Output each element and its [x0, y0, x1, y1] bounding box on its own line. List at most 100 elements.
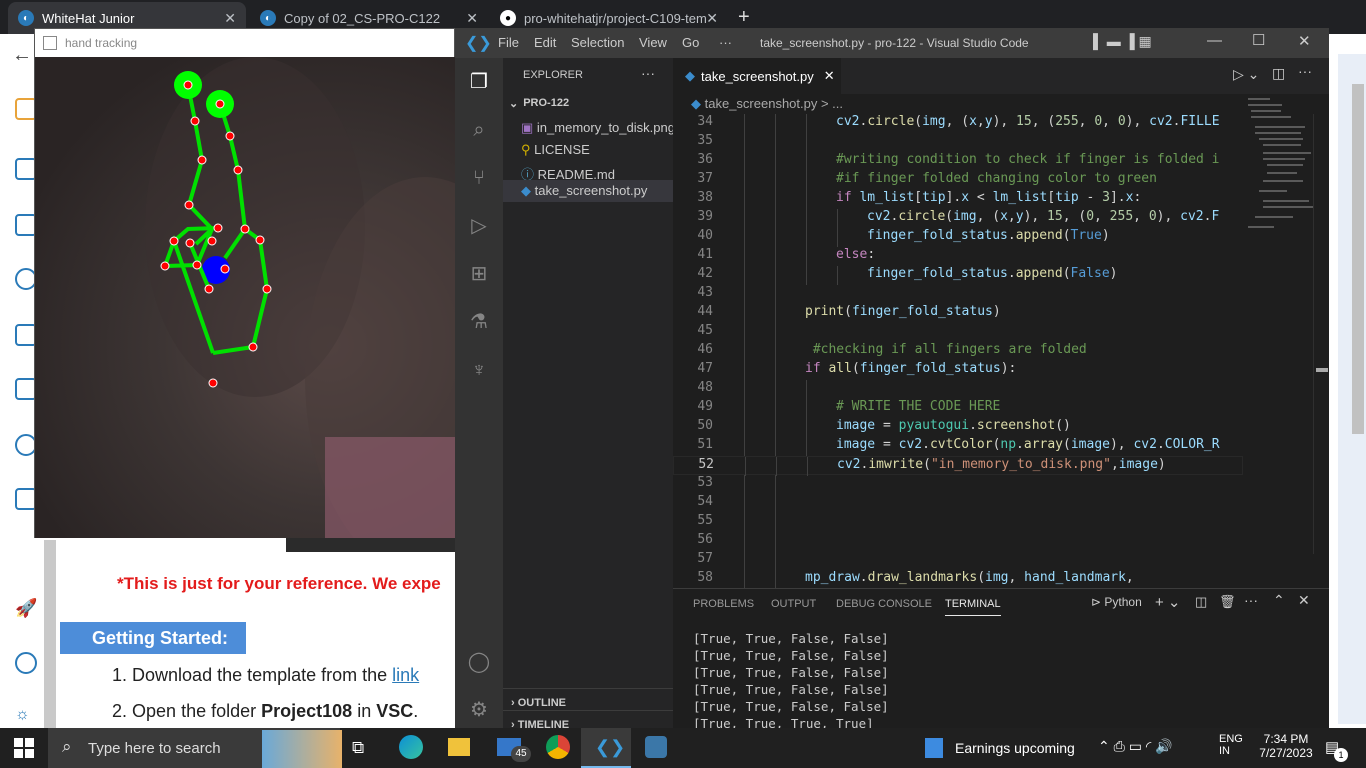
indent-guide: [744, 532, 745, 551]
hand-tracking-window[interactable]: hand tracking: [34, 28, 545, 577]
code-line[interactable]: 50 image = pyautogui.screenshot(): [673, 418, 1243, 437]
layout-toggle-icons[interactable]: ▌ ▬ ▐ ▦: [1093, 33, 1152, 50]
system-tray-icons[interactable]: ⌃ ⎙ ▭ ◜ 🔊: [1098, 738, 1173, 755]
close-tab-icon[interactable]: ✕: [466, 10, 478, 27]
step-number: 2.: [112, 701, 128, 721]
menu-edit[interactable]: Edit: [534, 35, 556, 50]
split-terminal-icon[interactable]: ◫: [1195, 594, 1207, 610]
maximize-panel-icon[interactable]: ⌃: [1273, 592, 1285, 609]
code-line[interactable]: 49 # WRITE THE CODE HERE: [673, 399, 1243, 418]
code-line[interactable]: 38 if lm_list[tip].x < lm_list[tip - 3].x…: [673, 190, 1243, 209]
vscode-taskbar-button[interactable]: ❮❯: [581, 728, 631, 768]
code-line[interactable]: 48: [673, 380, 1243, 399]
code-line[interactable]: 51 image = cv2.cvtColor(np.array(image), …: [673, 437, 1243, 456]
rocket-icon[interactable]: 🚀: [15, 598, 37, 620]
menu-selection[interactable]: Selection: [571, 35, 624, 50]
trash-icon[interactable]: 🗑: [1219, 594, 1236, 610]
code-line[interactable]: 45: [673, 323, 1243, 342]
sun-icon[interactable]: ☼: [15, 706, 37, 723]
edge-icon[interactable]: [399, 735, 423, 759]
account-icon[interactable]: ◯: [467, 650, 491, 674]
maximize-button[interactable]: ☐: [1252, 31, 1265, 49]
menu-file[interactable]: File: [498, 35, 519, 50]
explorer-icon[interactable]: ❐: [467, 70, 491, 94]
step-text: in: [352, 701, 377, 721]
panel-tab-output[interactable]: OUTPUT: [771, 598, 816, 610]
terminal-shell-selector[interactable]: ⊳ Python: [1091, 595, 1142, 609]
code-line[interactable]: 42 finger_fold_status.append(False): [673, 266, 1243, 285]
close-tab-icon[interactable]: ✕: [224, 10, 236, 27]
clock[interactable]: 7:34 PM 7/27/2023: [1256, 732, 1316, 760]
file-item-selected[interactable]: ◆ take_screenshot.py: [503, 180, 673, 202]
python-app-icon[interactable]: [645, 736, 667, 758]
split-editor-icon[interactable]: ◫: [1272, 65, 1285, 82]
panel-tab-terminal[interactable]: TERMINAL: [945, 598, 1001, 616]
stock-icon[interactable]: [925, 738, 943, 758]
weather-widget[interactable]: Earnings upcoming: [955, 740, 1075, 756]
vscode-resize-handle[interactable]: [1316, 368, 1328, 372]
code-line[interactable]: 44 print(finger_fold_status): [673, 304, 1243, 323]
extensions-icon[interactable]: ⊞: [467, 262, 491, 286]
more-actions-icon[interactable]: ···: [1298, 63, 1312, 79]
code-line[interactable]: 46 #checking if all fingers are folded: [673, 342, 1243, 361]
minimap[interactable]: [1243, 96, 1315, 246]
testing-icon[interactable]: ⚗: [467, 310, 491, 334]
code-line[interactable]: 47 if all(finger_fold_status):: [673, 361, 1243, 380]
menu-more[interactable]: ···: [719, 35, 732, 50]
folder-pro-122[interactable]: ⌄ PRO-122: [509, 97, 569, 110]
run-debug-icon[interactable]: ▷: [467, 214, 491, 238]
code-line[interactable]: 35: [673, 133, 1243, 152]
task-view-icon[interactable]: ⧉: [352, 738, 364, 758]
menu-view[interactable]: View: [639, 35, 667, 50]
source-control-icon[interactable]: ⑂: [467, 166, 491, 190]
menu-go[interactable]: Go: [682, 35, 699, 50]
indent-guide: [744, 266, 745, 285]
code-editor[interactable]: ◆ take_screenshot.py ✕ ▷ ⌄ ◫ ··· ◆ take_…: [673, 58, 1329, 589]
file-item[interactable]: ⚲ LICENSE: [521, 142, 590, 158]
input-language[interactable]: ENG IN: [1219, 733, 1243, 757]
close-panel-icon[interactable]: ✕: [1298, 592, 1310, 609]
page-scrollbar[interactable]: [1352, 84, 1364, 434]
window-titlebar[interactable]: hand tracking: [35, 29, 454, 57]
code-line[interactable]: 55: [673, 513, 1243, 532]
taskbar-search-box[interactable]: ⌕ Type here to search: [48, 728, 342, 768]
settings-gear-icon[interactable]: ⚙: [467, 698, 491, 722]
editor-tab-take-screenshot[interactable]: ◆ take_screenshot.py ✕: [673, 58, 841, 94]
code-line[interactable]: 43: [673, 285, 1243, 304]
code-line[interactable]: 41 else:: [673, 247, 1243, 266]
close-tab-icon[interactable]: ✕: [706, 10, 718, 27]
run-file-icon[interactable]: ▷ ⌄: [1233, 66, 1259, 83]
windows-start-icon[interactable]: [14, 738, 34, 758]
search-icon[interactable]: ⌕: [467, 118, 491, 142]
page-content-scrollbar[interactable]: [44, 540, 56, 728]
code-line[interactable]: 54: [673, 494, 1243, 513]
python-icon[interactable]: ♆: [467, 358, 491, 382]
breadcrumb[interactable]: ◆ take_screenshot.py > ...: [691, 96, 843, 112]
vscode-titlebar[interactable]: ❮❯ File Edit Selection View Go ··· take_…: [455, 28, 1329, 58]
code-line[interactable]: 53: [673, 475, 1243, 494]
close-tab-icon[interactable]: ✕: [824, 68, 835, 84]
panel-more-icon[interactable]: ···: [1244, 592, 1258, 608]
chrome-icon[interactable]: [546, 735, 570, 759]
code-line[interactable]: 52 cv2.imwrite("in_memory_to_disk.png",im…: [673, 456, 1243, 476]
code-line[interactable]: 58 mp_draw.draw_landmarks(img, hand_landm…: [673, 570, 1243, 589]
code-line[interactable]: 56: [673, 532, 1243, 551]
new-tab-button[interactable]: +: [738, 6, 750, 29]
code-line[interactable]: 34 cv2.circle(img, (x,y), 15, (255, 0, 0)…: [673, 114, 1243, 133]
file-explorer-icon[interactable]: [448, 738, 470, 756]
new-terminal-button[interactable]: + ⌄: [1155, 593, 1181, 611]
code-line[interactable]: 40 finger_fold_status.append(True): [673, 228, 1243, 247]
code-line[interactable]: 36 #writing condition to check if finger …: [673, 152, 1243, 171]
code-line[interactable]: 57: [673, 551, 1243, 570]
close-window-button[interactable]: ✕: [1298, 32, 1311, 50]
code-line[interactable]: 39 cv2.circle(img, (x,y), 15, (0, 255, 0)…: [673, 209, 1243, 228]
editor-scrollbar[interactable]: [1313, 114, 1327, 554]
panel-tab-debug-console[interactable]: DEBUG CONSOLE: [836, 598, 932, 610]
minimize-button[interactable]: —: [1207, 32, 1222, 49]
explorer-more-icon[interactable]: ···: [641, 65, 655, 81]
code-line[interactable]: 37 #if finger folded changing color to gr…: [673, 171, 1243, 190]
file-item[interactable]: ▣ in_memory_to_disk.png: [521, 120, 675, 136]
support-icon[interactable]: [15, 652, 37, 674]
panel-tab-problems[interactable]: PROBLEMS: [693, 598, 754, 610]
template-link[interactable]: link: [392, 665, 419, 685]
